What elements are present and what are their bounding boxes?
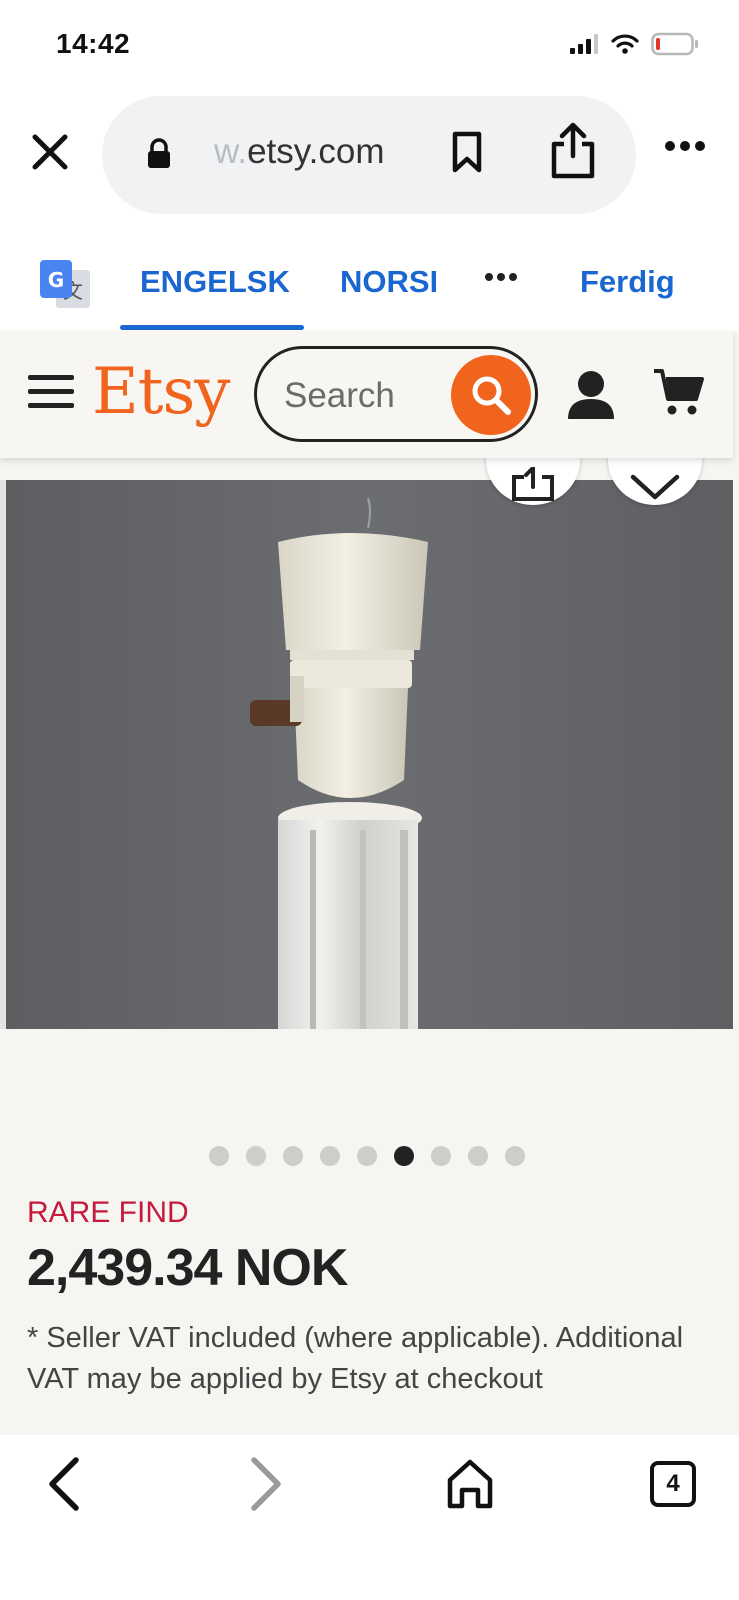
forward-icon[interactable] — [246, 1456, 286, 1512]
cart-icon[interactable] — [652, 367, 704, 417]
carousel-dot[interactable] — [431, 1146, 451, 1166]
translate-icon[interactable]: 文 G — [38, 258, 92, 312]
carousel-dot[interactable] — [283, 1146, 303, 1166]
carousel-dot[interactable] — [246, 1146, 266, 1166]
hamburger-icon[interactable] — [28, 375, 74, 409]
heart-icon — [630, 474, 680, 500]
share-icon[interactable] — [548, 122, 598, 180]
etsy-logo[interactable]: Etsy — [92, 355, 230, 429]
home-icon[interactable] — [446, 1458, 494, 1510]
search-placeholder[interactable]: Search — [284, 376, 395, 416]
carousel-dot[interactable] — [505, 1146, 525, 1166]
close-button[interactable] — [26, 128, 74, 176]
lamp-photo — [0, 480, 733, 1029]
signal-icon — [570, 34, 598, 54]
carousel-dot[interactable] — [394, 1146, 414, 1166]
translate-tab-norwegian[interactable]: NORSK — [340, 264, 436, 300]
carousel-dot[interactable] — [209, 1146, 229, 1166]
search-icon — [472, 376, 511, 415]
close-icon — [32, 134, 68, 170]
svg-text:G: G — [48, 268, 64, 292]
carousel-dot[interactable] — [468, 1146, 488, 1166]
product-price: 2,439.34 NOK — [27, 1239, 348, 1297]
active-tab-indicator — [120, 325, 304, 330]
search-button[interactable] — [451, 355, 531, 435]
carousel-dot[interactable] — [357, 1146, 377, 1166]
wifi-icon — [611, 34, 639, 54]
lock-icon — [148, 138, 170, 168]
tabs-button[interactable]: 4 — [650, 1461, 696, 1507]
vat-note: * Seller VAT included (where applicable)… — [27, 1322, 684, 1395]
status-time: 14:42 — [56, 28, 131, 59]
url-domain: etsy.com — [247, 132, 385, 171]
translate-done-button[interactable]: Ferdig — [580, 264, 675, 300]
battery-low-icon — [651, 32, 698, 56]
translate-more-icon[interactable] — [484, 272, 518, 282]
back-icon[interactable] — [44, 1456, 84, 1512]
share-icon — [512, 467, 554, 501]
url-text[interactable]: w.etsy.com — [214, 132, 385, 172]
browser-toolbar — [0, 1435, 739, 1600]
status-icons — [569, 32, 699, 56]
rare-find-badge: RARE FIND — [27, 1196, 189, 1229]
carousel-dots — [209, 1146, 525, 1166]
translate-tab-english[interactable]: ENGELSK — [140, 264, 290, 300]
more-icon[interactable] — [664, 140, 706, 152]
bookmark-icon[interactable] — [450, 130, 484, 174]
carousel-dot[interactable] — [320, 1146, 340, 1166]
account-icon[interactable] — [566, 369, 616, 421]
product-image[interactable] — [0, 480, 733, 1029]
url-faded: w. — [214, 132, 248, 171]
